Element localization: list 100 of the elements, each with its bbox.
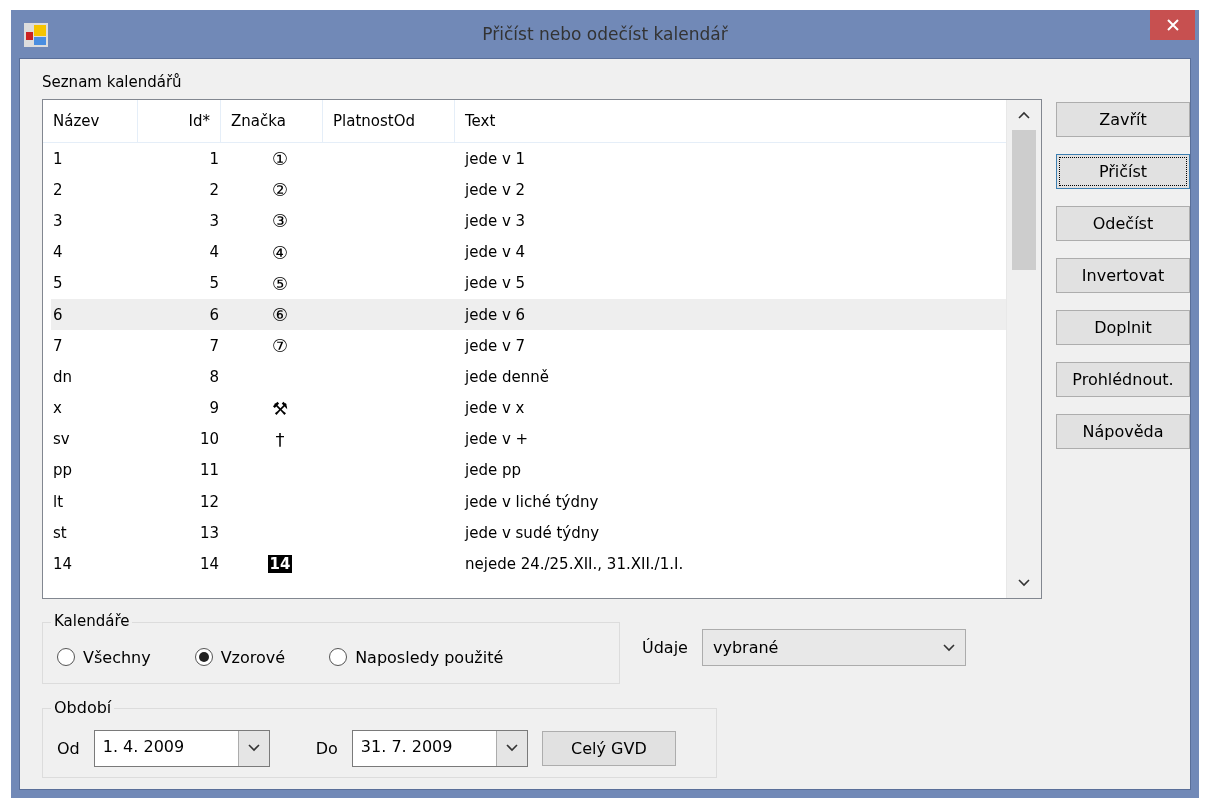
table-cell-text: jede v sudé týdny [463,523,601,542]
field-label: Údaje [642,638,688,657]
table-cell-text: 6 [208,305,220,324]
table-cell-text: jede v + [463,430,530,449]
table-cell-text: jede pp [463,461,522,480]
table-cell-text: dn [52,367,74,386]
list-label: Seznam kalendářů [42,73,183,91]
table-cell: ② [271,179,289,201]
table-cell: ① [271,148,289,170]
dialog-button[interactable]: Doplnit [1056,310,1190,345]
table-cell-text: jede v x [463,399,526,418]
radio-option[interactable]: Všechny [57,647,151,667]
table-cell: 14 [267,555,293,574]
column-header[interactable]: Text [455,100,1006,142]
table-cell-text: 13 [198,523,220,542]
dialog-button[interactable]: Prohlédnout. [1056,362,1190,397]
table-cell-text: 2 [52,180,64,199]
app-icon [23,22,49,48]
column-header[interactable]: Název [43,100,138,142]
table-row[interactable]: pp 11 jede pp [51,454,1006,487]
table-cell: ③ [271,210,289,232]
table-row[interactable]: 4 4 ④ jede v 4 [51,236,1006,268]
radio-button[interactable] [57,648,75,666]
dialog-button[interactable]: Přičíst [1056,154,1190,189]
table-cell-text: 3 [52,211,64,230]
dialog-button[interactable]: Zavřít [1056,102,1190,137]
dialog-button[interactable]: Invertovat [1056,258,1190,293]
close-icon [1165,18,1180,32]
chevron-down-icon [247,744,260,752]
table-row[interactable]: 5 5 ⑤ jede v 5 [51,267,1006,299]
table-cell-text: jede v 1 [463,149,527,168]
table-cell-text: 9 [208,399,220,418]
table-row[interactable]: 14 14 14 nejede 24./25.XII., 31.XII./1.I. [51,548,1006,580]
table-cell-text: 10 [198,430,220,449]
table-cell: ⚒ [271,397,289,419]
table-cell-text: 4 [52,243,64,262]
table-cell-text: 7 [52,336,64,355]
table-cell-text: 8 [208,367,220,386]
table-cell-text: 11 [198,461,220,480]
close-button[interactable] [1150,10,1195,40]
table-row[interactable]: sv 10 † jede v + [51,423,1006,455]
table-cell-text: 7 [208,336,220,355]
table-row[interactable]: 1 1 ① jede v 1 [51,143,1006,175]
field-label: Do [315,738,338,758]
table-cell-text: 4 [208,243,220,262]
whole-period-button[interactable]: Celý GVD [541,730,676,766]
table-cell-text: 3 [208,211,220,230]
table-cell-text: st [52,523,68,542]
table-cell-text: jede v 2 [463,180,527,199]
radio-option[interactable]: Vzorové [194,647,286,667]
dropdown-field[interactable]: vybrané [701,629,966,666]
table-row[interactable]: x 9 ⚒ jede v x [51,392,1006,424]
table-row[interactable]: 3 3 ③ jede v 3 [51,205,1006,237]
radio-button[interactable] [194,648,213,666]
table-cell-text: jede v 6 [463,305,527,324]
table-cell: ⑦ [271,335,289,357]
table-cell-text: pp [52,461,74,480]
chevron-down-icon [942,643,955,652]
table-cell-text: jede v 5 [463,274,527,293]
radio-button[interactable] [329,648,348,666]
table-cell-text: 1 [52,149,64,168]
scrollbar[interactable] [1006,100,1041,598]
date-field[interactable]: 1. 4. 2009 [93,729,270,767]
table-cell: ⑤ [271,272,289,294]
field-label: Od [57,738,80,758]
table-cell-text: lt [52,492,65,511]
table-cell-text: 5 [52,274,64,293]
table-cell-text: nejede 24./25.XII., 31.XII./1.I. [464,555,685,574]
table-cell-text: 2 [208,180,220,199]
column-header[interactable]: PlatnostOd [323,100,455,142]
table-cell-text: jede v liché týdny [463,492,600,511]
table-cell-text: 12 [198,492,220,511]
window-title: Přičíst nebo odečíst kalendář [482,24,728,44]
table-cell-text: 1 [208,149,220,168]
dialog-button[interactable]: Odečíst [1056,206,1190,241]
table-cell: ⑥ [271,304,289,326]
selected-row[interactable]: 6 6 ⑥ jede v 6 [51,298,1006,331]
table-cell-text: jede v 4 [463,243,527,262]
table-row[interactable]: 7 7 ⑦ jede v 7 [51,330,1006,362]
table-row[interactable]: lt 12 jede v liché týdny [51,486,1006,518]
table-cell: † [275,428,285,450]
radio-option[interactable]: Naposledy použité [329,647,504,667]
chevron-up-icon [1018,111,1030,119]
dialog-button[interactable]: Nápověda [1056,414,1190,449]
chevron-down-icon [1018,579,1030,587]
table-cell-text: jede v 7 [463,336,527,355]
table-cell-text: 14 [198,555,220,574]
column-header[interactable]: Id* [138,100,221,142]
table-cell: ④ [271,241,289,263]
table-row[interactable]: 2 2 ② jede v 2 [51,174,1006,206]
date-field[interactable]: 31. 7. 2009 [351,729,528,767]
table-cell-text: x [52,399,63,418]
table-cell-text: jede denně [463,367,550,386]
scrollbar-thumb[interactable] [1012,130,1036,270]
table-row[interactable]: dn 8 jede denně [51,361,1006,393]
table-cell-text: 6 [52,305,64,324]
table-row[interactable]: st 13 jede v sudé týdny [51,517,1006,549]
column-header[interactable]: Značka [221,100,323,142]
chevron-down-icon [505,744,518,752]
table-cell-text: jede v 3 [463,211,527,230]
